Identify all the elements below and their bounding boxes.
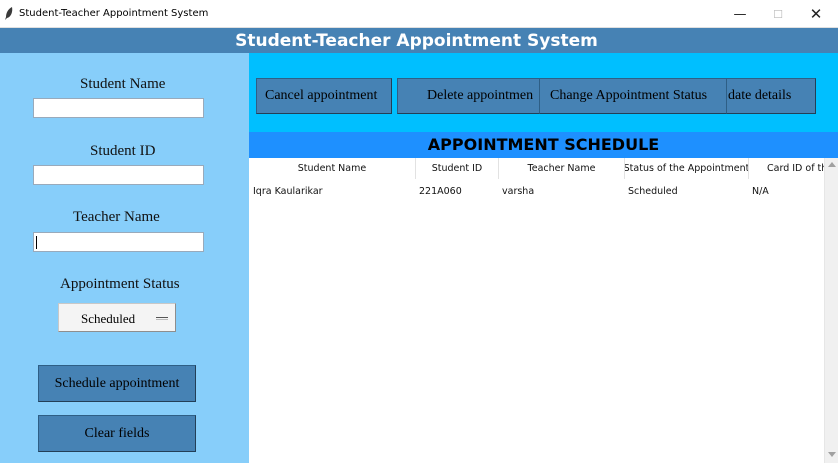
scroll-up-arrow-icon[interactable] — [828, 162, 836, 167]
column-header-teacher-name[interactable]: Teacher Name — [499, 158, 625, 179]
schedule-header-bar: APPOINTMENT SCHEDULE — [249, 132, 838, 158]
clear-fields-button[interactable]: Clear fields — [38, 415, 196, 452]
column-header-student-id[interactable]: Student ID — [416, 158, 499, 179]
teacher-name-input[interactable] — [33, 232, 204, 252]
vertical-scrollbar[interactable] — [824, 158, 838, 463]
cancel-appointment-label: Cancel appointment — [265, 88, 378, 103]
appointment-table[interactable]: Student Name Student ID Teacher Name Sta… — [249, 158, 838, 463]
scroll-down-arrow-icon[interactable] — [828, 452, 836, 457]
update-details-button[interactable]: date details — [726, 78, 816, 114]
appointment-status-label: Appointment Status — [60, 276, 180, 292]
student-name-label: Student Name — [80, 76, 166, 92]
dropdown-indicator-icon — [156, 317, 168, 320]
app-header: Student-Teacher Appointment System — [0, 28, 838, 53]
delete-appointment-button[interactable]: Delete appointmen — [397, 78, 540, 114]
cell-card-id: N/A — [752, 186, 769, 197]
cell-status: Scheduled — [628, 186, 678, 197]
cell-teacher-name: varsha — [502, 186, 535, 197]
app-title: Student-Teacher Appointment System — [235, 31, 598, 51]
schedule-title: APPOINTMENT SCHEDULE — [427, 135, 660, 154]
text-cursor — [36, 236, 37, 249]
feather-icon — [5, 7, 13, 20]
column-header-status[interactable]: Status of the Appointment — [625, 158, 749, 179]
change-appointment-status-button[interactable]: Change Appointment Status — [539, 78, 727, 114]
column-header-student-name[interactable]: Student Name — [249, 158, 416, 179]
appointment-status-dropdown[interactable]: Scheduled — [58, 303, 176, 332]
appointment-schedule-panel: Cancel appointment Delete appointmen Cha… — [249, 53, 838, 463]
appointment-status-value: Scheduled — [81, 311, 136, 326]
minimize-button[interactable]: — — [720, 2, 760, 26]
cell-student-name: Iqra Kaularikar — [253, 186, 323, 197]
cancel-appointment-button[interactable]: Cancel appointment — [256, 78, 392, 114]
column-header-card-id[interactable]: Card ID of th — [749, 158, 824, 179]
schedule-appointment-button[interactable]: Schedule appointment — [38, 365, 196, 402]
delete-appointment-label: Delete appointmen — [427, 88, 534, 103]
window-titlebar: Student-Teacher Appointment System — ☐ ✕ — [0, 0, 838, 28]
teacher-name-label: Teacher Name — [73, 209, 160, 225]
cell-student-id: 221A060 — [419, 186, 462, 197]
action-toolbar: Cancel appointment Delete appointmen Cha… — [249, 53, 838, 132]
student-name-input[interactable] — [33, 98, 204, 118]
appointment-form-panel: Student Name Student ID Teacher Name App… — [0, 53, 249, 463]
update-details-label: date details — [728, 88, 792, 103]
student-id-input[interactable] — [33, 165, 204, 185]
student-id-label: Student ID — [90, 143, 156, 159]
table-header: Student Name Student ID Teacher Name Sta… — [249, 158, 824, 179]
window-title: Student-Teacher Appointment System — [19, 8, 209, 19]
maximize-button[interactable]: ☐ — [758, 2, 798, 26]
change-appointment-status-label: Change Appointment Status — [550, 88, 708, 103]
close-button[interactable]: ✕ — [796, 2, 836, 26]
